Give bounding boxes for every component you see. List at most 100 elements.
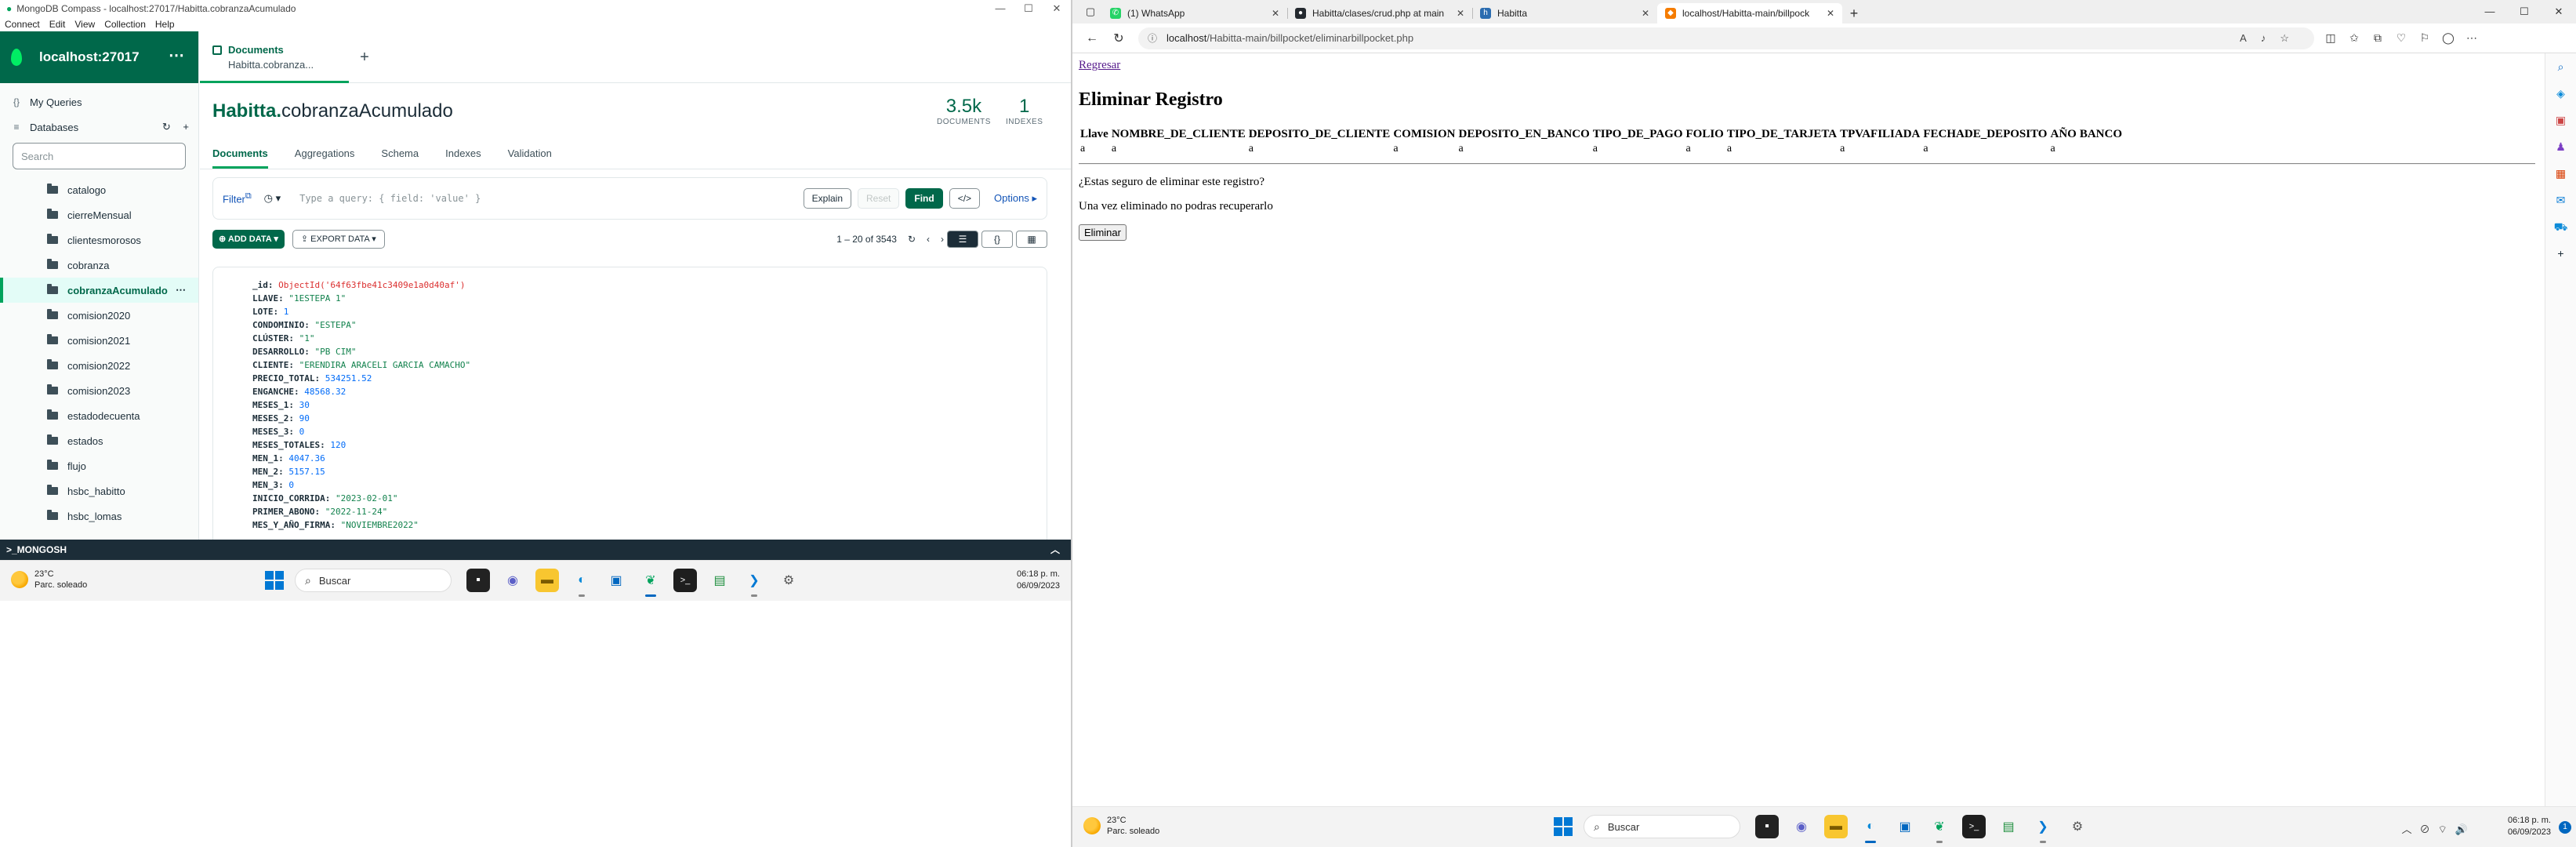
sidebar-collection-hsbc-lomas[interactable]: hsbc_lomas bbox=[0, 503, 198, 529]
teams-icon[interactable]: ◉ bbox=[1790, 815, 1813, 838]
query-history-icon[interactable]: ◷ ▾ bbox=[264, 192, 281, 205]
close-tab-icon[interactable]: ✕ bbox=[1272, 8, 1279, 19]
close-tab-icon[interactable]: ✕ bbox=[1642, 8, 1649, 19]
add-sidebar-app-icon[interactable]: + bbox=[2545, 240, 2576, 267]
explain-button[interactable]: Explain bbox=[803, 188, 851, 209]
browser-tab-habitta[interactable]: h Habitta ✕ bbox=[1472, 3, 1657, 24]
chevron-up-icon[interactable]: ︿ bbox=[1050, 540, 1060, 560]
settings-icon[interactable]: ⚙ bbox=[777, 569, 800, 592]
open-code-icon[interactable]: </> bbox=[949, 188, 981, 209]
file-manager-icon[interactable]: ▪ bbox=[1755, 815, 1779, 838]
weather-widget[interactable]: 23°C Parc. soleado bbox=[11, 569, 87, 591]
sidebar-collection-comision2023[interactable]: comision2023 bbox=[0, 378, 198, 403]
prev-page-icon[interactable]: ‹ bbox=[927, 234, 930, 245]
mongodb-compass-icon[interactable]: ❦ bbox=[639, 569, 662, 597]
close-icon[interactable]: ✕ bbox=[2542, 0, 2576, 24]
sidebar-collection-hsbc-habitto[interactable]: hsbc_habitto bbox=[0, 478, 198, 503]
terminal-icon[interactable]: >_ bbox=[673, 569, 697, 592]
browser-tab-github[interactable]: ● Habitta/clases/crud.php at main ✕ bbox=[1287, 3, 1473, 24]
minimize-icon[interactable]: — bbox=[2473, 0, 2507, 24]
subtab-indexes[interactable]: Indexes bbox=[445, 140, 481, 169]
list-view-icon[interactable]: ☰ bbox=[947, 231, 978, 248]
collection-more-icon[interactable]: ⋯ bbox=[176, 284, 186, 296]
menu-collection[interactable]: Collection bbox=[104, 19, 146, 30]
taskbar-clock[interactable]: 06:18 p. m. 06/09/2023 bbox=[2508, 815, 2551, 838]
sidebar-collection-comision2022[interactable]: comision2022 bbox=[0, 353, 198, 378]
edge-icon[interactable]: ◐ bbox=[1859, 815, 1882, 843]
browser-essentials-icon[interactable]: ♡ bbox=[2389, 31, 2413, 45]
shopping-icon[interactable]: ◈ bbox=[2545, 80, 2576, 107]
add-data-button[interactable]: ⊕ ADD DATA ▾ bbox=[212, 230, 285, 249]
delete-button[interactable]: Eliminar bbox=[1079, 224, 1127, 241]
browser-tab-localhost[interactable]: ◆ localhost/Habitta-main/billpock ✕ bbox=[1657, 3, 1842, 24]
menu-help[interactable]: Help bbox=[155, 19, 175, 30]
sidebar-collection-cobranzaacumulado[interactable]: cobranzaAcumulado ⋯ bbox=[0, 278, 198, 303]
maximize-icon[interactable]: ☐ bbox=[2507, 0, 2542, 24]
sidebar-collection-comision2020[interactable]: comision2020 bbox=[0, 303, 198, 328]
connection-header[interactable]: localhost:27017 ⋯ bbox=[0, 31, 198, 83]
search-icon[interactable]: ⌕ bbox=[2545, 53, 2576, 80]
close-icon[interactable]: ✕ bbox=[1043, 0, 1071, 17]
new-tab-button[interactable]: + bbox=[1842, 3, 1866, 24]
minimize-icon[interactable]: — bbox=[986, 0, 1014, 17]
taskbar-search[interactable]: ⌕ Buscar bbox=[1584, 815, 1740, 838]
reload-icon[interactable]: ↻ bbox=[1105, 31, 1132, 46]
sidebar-collection-comision2021[interactable]: comision2021 bbox=[0, 328, 198, 353]
sidebar-collection-clientesmorosos[interactable]: clientesmorosos bbox=[0, 227, 198, 253]
read-aloud-and-favorite-icons[interactable]: A♪☆ bbox=[2240, 32, 2303, 45]
refresh-icon[interactable]: ↻ bbox=[162, 121, 171, 133]
add-database-icon[interactable]: + bbox=[183, 121, 189, 133]
teams-icon[interactable]: ◉ bbox=[501, 569, 524, 592]
sidebar-collection-catalogo[interactable]: catalogo bbox=[0, 177, 198, 202]
taskbar-clock[interactable]: 06:18 p. m. 06/09/2023 bbox=[1017, 569, 1060, 592]
reset-button[interactable]: Reset bbox=[858, 188, 900, 209]
document-card[interactable]: _id: ObjectId('64f63fbe41c3409e1a0d40af'… bbox=[212, 267, 1047, 565]
spreadsheet-icon[interactable]: ▤ bbox=[1997, 815, 2020, 838]
outlook-icon[interactable]: ✉ bbox=[2545, 187, 2576, 213]
sidebar-item-databases[interactable]: ≡ Databases ↻ + bbox=[0, 115, 198, 140]
close-tab-icon[interactable]: ✕ bbox=[1827, 8, 1834, 19]
export-data-button[interactable]: ⇪ EXPORT DATA ▾ bbox=[292, 230, 385, 249]
taskbar-search[interactable]: ⌕ Buscar bbox=[295, 569, 452, 592]
new-tab-button[interactable]: + bbox=[349, 31, 380, 82]
vscode-icon[interactable]: ❯ bbox=[742, 569, 766, 597]
tools-icon[interactable]: ▣ bbox=[2545, 107, 2576, 133]
menu-edit[interactable]: Edit bbox=[49, 19, 66, 30]
windows-start-icon[interactable] bbox=[1554, 817, 1573, 836]
mongosh-bar[interactable]: >_MONGOSH ︿ bbox=[0, 540, 1071, 560]
close-tab-icon[interactable]: ✕ bbox=[1457, 8, 1464, 19]
windows-start-icon[interactable] bbox=[265, 571, 284, 590]
spreadsheet-icon[interactable]: ▤ bbox=[708, 569, 731, 592]
options-toggle[interactable]: Options ▸ bbox=[994, 192, 1037, 205]
mongodb-compass-icon[interactable]: ❦ bbox=[1928, 815, 1951, 843]
maximize-icon[interactable]: ☐ bbox=[1014, 0, 1043, 17]
menu-connect[interactable]: Connect bbox=[5, 19, 40, 30]
settings-icon[interactable]: ⚙ bbox=[2066, 815, 2089, 838]
address-bar[interactable]: ⓘ localhost/Habitta-main/billpocket/elim… bbox=[1138, 27, 2314, 49]
browser-tab-whatsapp[interactable]: ✆ (1) WhatsApp ✕ bbox=[1102, 3, 1288, 24]
extensions-icon[interactable]: ⚐ bbox=[2413, 31, 2436, 45]
subtab-aggregations[interactable]: Aggregations bbox=[295, 140, 355, 169]
subtab-validation[interactable]: Validation bbox=[508, 140, 552, 169]
find-button[interactable]: Find bbox=[905, 188, 943, 209]
sidebar-collection-estados[interactable]: estados bbox=[0, 428, 198, 453]
menu-view[interactable]: View bbox=[74, 19, 95, 30]
json-view-icon[interactable]: {} bbox=[981, 231, 1013, 248]
refresh-icon[interactable]: ↻ bbox=[908, 234, 916, 245]
tab-actions-icon[interactable]: ▢ bbox=[1079, 0, 1102, 24]
store-icon[interactable]: ▣ bbox=[1893, 815, 1917, 838]
notification-badge[interactable]: 1 bbox=[2559, 821, 2571, 834]
subtab-schema[interactable]: Schema bbox=[381, 140, 419, 169]
sidebar-item-my-queries[interactable]: {} My Queries bbox=[0, 89, 198, 115]
file-explorer-icon[interactable]: ▬ bbox=[1824, 815, 1848, 838]
sidebar-collection-estadodecuenta[interactable]: estadodecuenta bbox=[0, 403, 198, 428]
drop-icon[interactable]: ⛟ bbox=[2545, 213, 2576, 240]
store-icon[interactable]: ▣ bbox=[604, 569, 628, 592]
connection-menu-icon[interactable]: ⋯ bbox=[169, 45, 184, 65]
edge-icon[interactable]: ◐ bbox=[570, 569, 593, 597]
back-icon[interactable]: ← bbox=[1079, 31, 1105, 45]
more-menu-icon[interactable]: ⋯ bbox=[2460, 31, 2483, 45]
tab-documents[interactable]: Documents Habitta.cobranza... bbox=[200, 31, 349, 83]
microsoft365-icon[interactable]: ▦ bbox=[2545, 160, 2576, 187]
games-icon[interactable]: ♟ bbox=[2545, 133, 2576, 160]
